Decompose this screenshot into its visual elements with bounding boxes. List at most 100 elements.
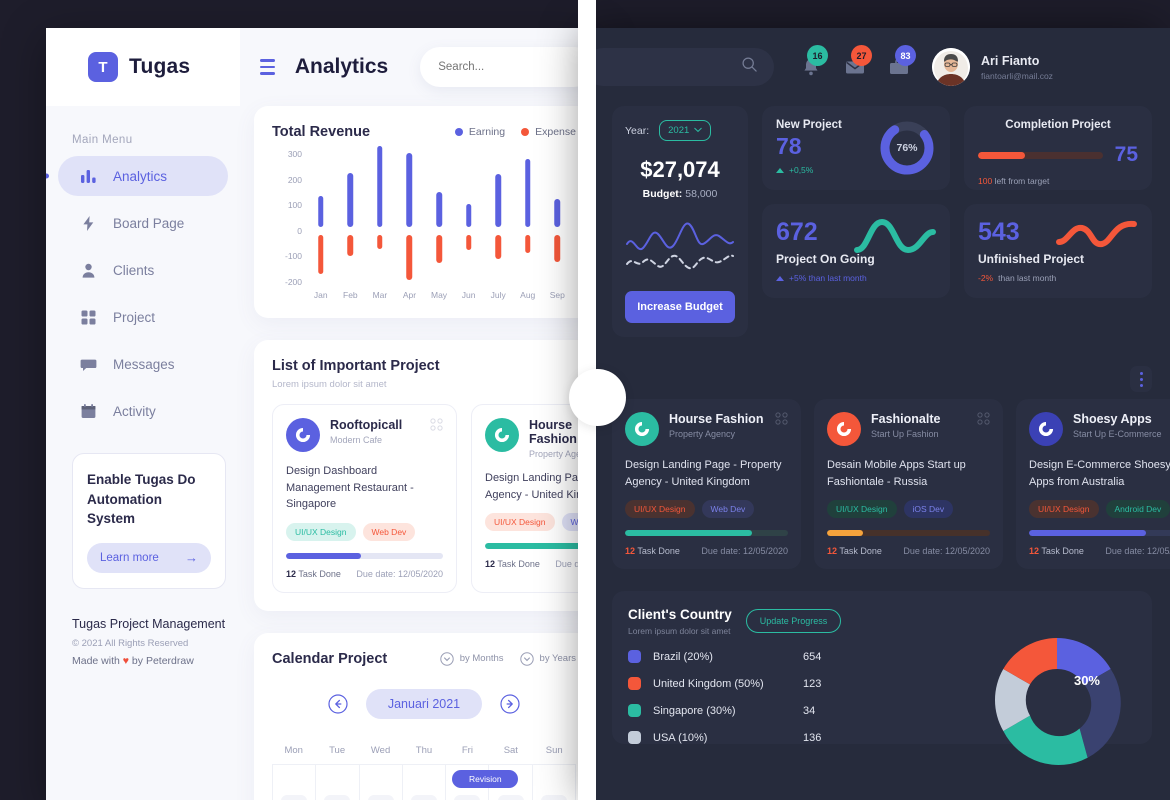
by-months-option[interactable]: by Months <box>440 651 504 666</box>
sidebar-item-board-page[interactable]: Board Page <box>58 203 228 243</box>
country-color-swatch <box>628 650 641 663</box>
promo-card: Enable Tugas Do Automation System Learn … <box>72 453 226 589</box>
current-month-label[interactable]: Januari 2021 <box>365 688 483 719</box>
project-card[interactable]: Rooftopicall Modern Cafe Design Dashboard … <box>272 404 457 593</box>
calendar-cell[interactable]: 2 <box>316 764 360 800</box>
project-card[interactable]: Hourse Fashion Property Agency Design Land… <box>471 404 594 593</box>
project-progress-bar <box>286 552 443 559</box>
total-revenue-card: Total Revenue Earning Expense 300 200 100 0 <box>254 106 594 318</box>
project-name: Hourse Fashion <box>669 412 764 426</box>
calendar-dow: Thu <box>415 744 433 756</box>
tasks-count: 12 <box>286 568 297 579</box>
legend-label: Expense <box>535 126 576 138</box>
calendar-cell[interactable]: 3 <box>360 764 403 800</box>
calendar-day-number: 1 <box>281 794 308 800</box>
country-label: Singapore (30%) <box>653 704 736 717</box>
important-projects-card: List of Important Project Lorem ipsum do… <box>254 340 594 611</box>
project-tags: UI/UX Design Android Dev <box>1029 500 1170 518</box>
clients-country-donut: 30% <box>976 607 1136 765</box>
mail-icon <box>844 61 866 82</box>
grid-dots-icon[interactable] <box>430 418 443 431</box>
sidebar-item-activity[interactable]: Activity <box>58 391 228 431</box>
project-card[interactable]: Hourse Fashion Property Agency Design Land… <box>612 399 801 569</box>
calendar-dow: Sun <box>545 744 563 756</box>
footer-product-name: Tugas Project Management <box>72 616 226 631</box>
calendar-day-number: 7 <box>540 794 567 800</box>
brand[interactable]: T Tugas <box>46 28 240 106</box>
completion-progress-bar <box>978 151 1103 159</box>
year-dropdown[interactable]: 2021 <box>659 120 712 141</box>
user-info: Ari Fianto fiantoarli@mail.coz <box>981 54 1053 81</box>
search-box[interactable] <box>420 47 594 87</box>
more-options-button[interactable] <box>1130 366 1152 392</box>
next-month-button[interactable] <box>500 693 520 714</box>
country-label: USA (10%) <box>653 731 708 744</box>
calendar-cell[interactable]: 7 <box>533 764 576 800</box>
calendar-cell[interactable]: 1 <box>272 764 317 800</box>
sidebar-item-clients[interactable]: Clients <box>58 250 228 290</box>
dark-search-box[interactable] <box>594 48 774 86</box>
y-axis-tick: 200 <box>287 174 302 185</box>
delta-rest: than last month <box>998 273 1057 283</box>
tasks-button[interactable]: 83 <box>888 45 916 78</box>
sidebar-item-project[interactable]: Project <box>58 297 228 337</box>
learn-more-button[interactable]: Learn more → <box>87 542 211 573</box>
country-value: 123 <box>803 677 822 690</box>
completion-title: Completion Project <box>1005 119 1111 131</box>
trend-up-icon <box>776 275 784 281</box>
sidebar-item-messages[interactable]: Messages <box>58 344 228 384</box>
bar-earning <box>524 158 531 227</box>
calendar-cell[interactable]: Revision 5 <box>446 764 519 800</box>
project-tag: UI/UX Design <box>827 500 897 518</box>
unfinished-project-card: 543 Unfinished Project -2% than last mon… <box>964 204 1152 298</box>
project-category: Start Up E-Commerce <box>1073 429 1162 439</box>
completion-left-count: 100 <box>978 176 993 186</box>
sidebar-footer: Tugas Project Management © 2021 All Righ… <box>72 617 240 667</box>
grid-dots-icon[interactable] <box>977 412 990 425</box>
project-name: Rooftopicall <box>330 418 403 432</box>
calendar-day-number: 2 <box>324 794 351 800</box>
project-logo-icon <box>1029 412 1063 446</box>
grid-dots-icon[interactable] <box>775 412 788 425</box>
clients-country-left: Client's Country Lorem ipsum dolor sit a… <box>628 607 976 744</box>
increase-budget-button[interactable]: Increase Budget <box>625 291 735 323</box>
calendar-cell[interactable]: 4 <box>403 764 447 800</box>
search-input[interactable] <box>438 61 576 73</box>
notifications-button[interactable]: 16 <box>800 45 828 78</box>
badge-count: 16 <box>807 45 828 66</box>
bar-expense <box>406 234 413 281</box>
arrow-right-icon: → <box>185 550 198 566</box>
clients-country-titleblock: Client's Country Lorem ipsum dolor sit a… <box>628 607 732 636</box>
project-logo-icon <box>827 412 861 446</box>
calendar-dow: Mon <box>284 744 303 756</box>
delta-highlight: -2% <box>978 273 994 283</box>
messages-button[interactable]: 27 <box>844 45 872 78</box>
update-progress-button[interactable]: Update Progress <box>745 609 842 633</box>
country-label: United Kingdom (50%) <box>653 677 764 690</box>
project-card[interactable]: Shoesy Apps Start Up E-Commerce Design E-C… <box>1016 399 1170 569</box>
calendar-event[interactable]: Revision <box>452 769 519 788</box>
project-footer: 12 Task Done Due date: 12/05/2020 <box>827 546 990 556</box>
budget-sparkline <box>625 212 735 277</box>
chevron-down-icon <box>694 125 703 136</box>
dark-stats-row-top: New Project 78 +0,5% 76% Completion Proj… <box>762 106 1152 190</box>
country-value: 136 <box>803 731 822 744</box>
by-months-label: by Months <box>459 653 504 664</box>
project-tags: UI/UX Design iOS Dev <box>827 500 990 518</box>
user-menu[interactable]: Ari Fianto fiantoarli@mail.coz <box>932 48 1053 86</box>
by-years-option[interactable]: by Years <box>519 651 576 666</box>
donut-center-label: 30% <box>1073 673 1100 688</box>
sidebar-item-analytics[interactable]: Analytics <box>58 156 228 196</box>
legend-label: Earning <box>468 126 506 138</box>
briefcase-icon <box>888 59 910 82</box>
legend-item-earning: Earning <box>454 126 506 138</box>
menu-toggle-button[interactable] <box>260 59 275 75</box>
new-project-card: New Project 78 +0,5% 76% <box>762 106 950 190</box>
project-card[interactable]: Fashionalte Start Up Fashion Desain Mobile… <box>814 399 1003 569</box>
tasks-count: 12 <box>625 546 636 556</box>
prev-month-button[interactable] <box>328 693 348 714</box>
x-axis-tick: Mar <box>372 290 388 300</box>
calendar-day-number: 6 <box>497 794 524 800</box>
sidebar-item-label: Messages <box>113 356 175 372</box>
project-footer: 12 Task Done Due date: 12/05/2020 <box>1029 546 1170 556</box>
